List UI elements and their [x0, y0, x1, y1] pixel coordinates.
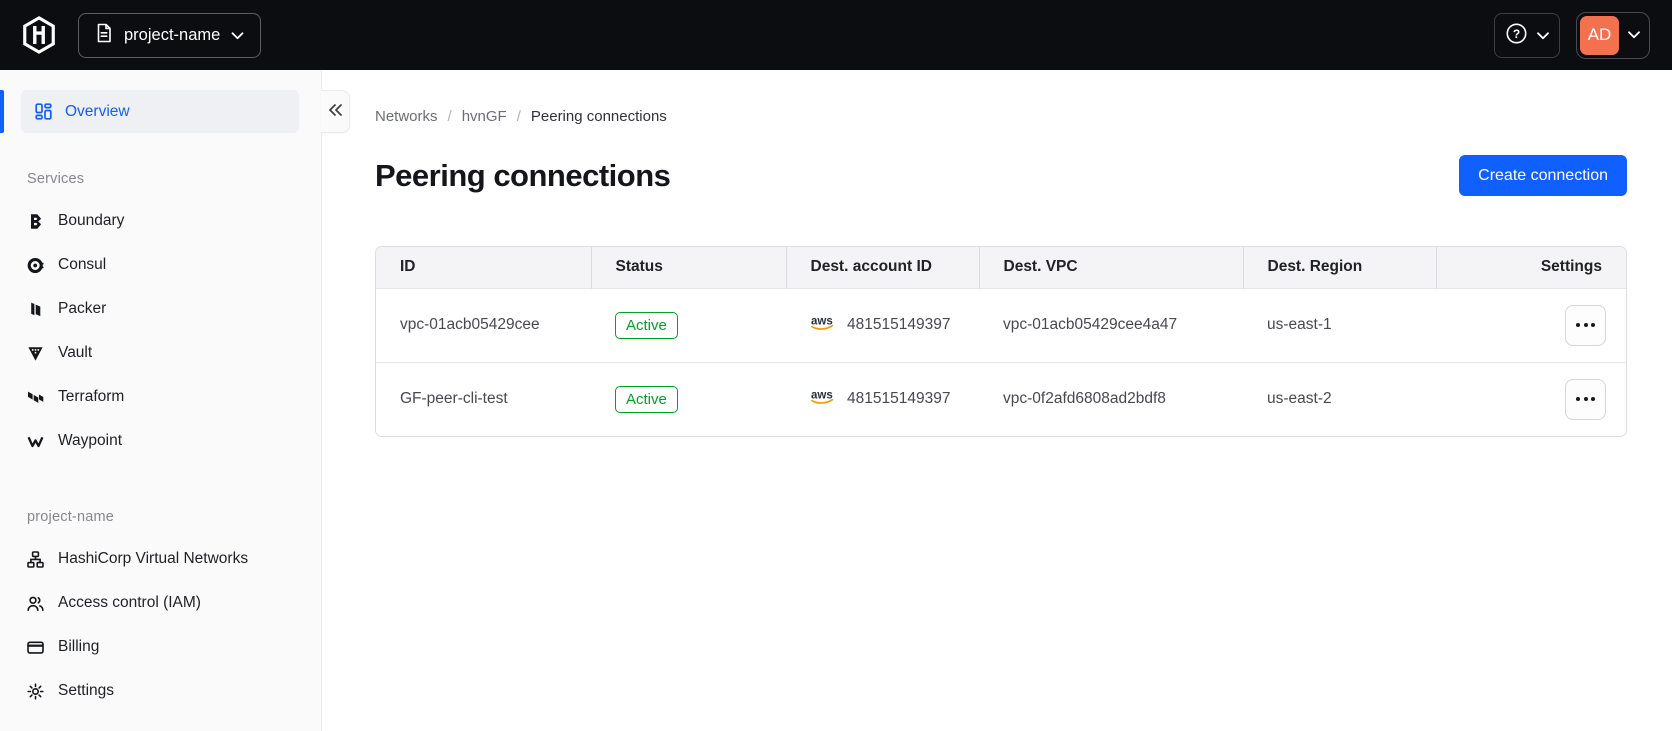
column-header-id: ID — [376, 247, 591, 288]
double-chevron-left-icon — [328, 104, 342, 119]
sidebar-item-label: Vault — [58, 344, 93, 361]
project-switcher-button[interactable]: project-name — [78, 12, 262, 58]
users-icon — [27, 595, 44, 612]
column-header-dest-account-id: Dest. account ID — [785, 247, 979, 288]
row-options-button[interactable] — [1565, 304, 1606, 346]
sidebar-item-label: Settings — [58, 682, 115, 699]
table-header-row: ID Status Dest. account ID Dest. VPC Des… — [376, 247, 1626, 288]
svg-text:aws: aws — [811, 390, 833, 402]
cell-id: vpc-01acb05429cee — [376, 287, 591, 362]
status-badge: Active — [615, 385, 678, 413]
top-nav-bar: project-name ? AD — [0, 0, 1672, 70]
consul-icon — [27, 257, 44, 274]
aws-icon: aws — [810, 314, 837, 336]
more-options-icon — [1576, 397, 1580, 402]
cell-settings — [1436, 287, 1626, 362]
breadcrumb-separator: / — [516, 108, 521, 125]
cell-status: Active — [591, 361, 786, 436]
svg-text:aws: aws — [811, 316, 833, 328]
page-title: Peering connections — [375, 157, 671, 193]
sidebar-section-heading-project: project-name — [27, 509, 115, 525]
avatar: AD — [1580, 15, 1619, 55]
help-menu-button[interactable]: ? — [1494, 12, 1560, 58]
waypoint-icon — [27, 433, 44, 450]
user-menu-button[interactable]: AD — [1576, 11, 1650, 59]
sidebar-item-hashicorp-virtual-networks[interactable]: HashiCorp Virtual Networks — [0, 537, 321, 581]
sidebar-item-label: Terraform — [58, 388, 125, 405]
chevron-down-icon — [231, 26, 244, 45]
boundary-icon — [27, 213, 44, 230]
sidebar-item-packer[interactable]: Packer — [0, 287, 321, 331]
hashicorp-logo-icon — [22, 16, 56, 54]
main-content: Networks / hvnGF / Peering connections P… — [322, 70, 1672, 731]
sidebar-section-heading-services: Services — [27, 171, 85, 187]
sidebar-item-overview[interactable]: Overview — [21, 90, 299, 133]
gear-icon — [27, 682, 44, 700]
row-options-button[interactable] — [1565, 378, 1606, 420]
packer-icon — [27, 301, 44, 318]
document-icon — [95, 23, 113, 48]
sidebar-item-vault[interactable]: Vault — [0, 331, 321, 375]
breadcrumb-item-current: Peering connections — [530, 108, 667, 125]
help-icon: ? — [1506, 23, 1527, 47]
sidebar-item-label: HashiCorp Virtual Networks — [58, 550, 249, 567]
svg-text:?: ? — [1512, 27, 1519, 41]
vault-icon — [27, 345, 44, 362]
sidebar: Overview Services Boundary Consul Packer… — [0, 70, 322, 731]
create-connection-button[interactable]: Create connection — [1459, 155, 1627, 196]
credit-card-icon — [27, 639, 44, 656]
cell-dest-account-id: aws 481515149397 — [786, 287, 979, 362]
sidebar-collapse-button[interactable] — [321, 90, 350, 133]
account-id-value: 481515149397 — [847, 316, 951, 333]
column-header-dest-vpc: Dest. VPC — [978, 247, 1243, 288]
sidebar-item-billing[interactable]: Billing — [0, 625, 321, 669]
terraform-icon — [27, 389, 44, 406]
sidebar-item-waypoint[interactable]: Waypoint — [0, 419, 321, 463]
sidebar-item-label: Packer — [58, 300, 107, 317]
sidebar-item-boundary[interactable]: Boundary — [0, 199, 321, 243]
cell-dest-vpc: vpc-01acb05429cee4a47 — [979, 287, 1243, 362]
column-header-dest-region: Dest. Region — [1242, 247, 1436, 288]
project-switcher-label: project-name — [124, 25, 221, 44]
column-header-status: Status — [590, 247, 786, 288]
sidebar-item-label: Waypoint — [58, 432, 123, 449]
cell-dest-region: us-east-2 — [1243, 361, 1436, 436]
sidebar-item-settings[interactable]: Settings — [0, 669, 321, 713]
aws-icon: aws — [810, 388, 837, 410]
network-icon — [27, 550, 44, 568]
sidebar-item-label: Access control (IAM) — [58, 594, 201, 611]
sidebar-item-label: Boundary — [58, 212, 125, 229]
sidebar-item-label: Billing — [58, 638, 100, 655]
cell-id: GF-peer-cli-test — [376, 361, 591, 436]
sidebar-item-label: Consul — [58, 256, 107, 273]
cell-dest-vpc: vpc-0f2afd6808ad2bdf8 — [979, 361, 1243, 436]
table-row: vpc-01acb05429cee Active aws 48151514939… — [376, 287, 1626, 362]
breadcrumb-item-networks[interactable]: Networks — [375, 108, 438, 125]
status-badge: Active — [615, 311, 678, 339]
peering-connections-table: ID Status Dest. account ID Dest. VPC Des… — [375, 246, 1627, 437]
cell-dest-region: us-east-1 — [1243, 287, 1436, 362]
breadcrumb-item-hvn[interactable]: hvnGF — [462, 108, 507, 125]
active-item-accent-bar — [0, 90, 4, 133]
cell-settings — [1436, 361, 1626, 436]
table-row: GF-peer-cli-test Active aws 481515149397… — [376, 361, 1626, 436]
dashboard-icon — [35, 103, 52, 120]
sidebar-item-consul[interactable]: Consul — [0, 243, 321, 287]
sidebar-item-terraform[interactable]: Terraform — [0, 375, 321, 419]
breadcrumb-separator: / — [447, 108, 452, 125]
breadcrumb: Networks / hvnGF / Peering connections — [375, 108, 1627, 125]
cell-dest-account-id: aws 481515149397 — [786, 361, 979, 436]
column-header-settings: Settings — [1435, 247, 1626, 288]
sidebar-item-access-control-iam[interactable]: Access control (IAM) — [0, 581, 321, 625]
chevron-down-icon — [1619, 31, 1649, 39]
cell-status: Active — [591, 287, 786, 362]
more-options-icon — [1576, 323, 1580, 327]
sidebar-item-label: Overview — [65, 102, 130, 120]
account-id-value: 481515149397 — [847, 390, 951, 408]
chevron-down-icon — [1536, 28, 1549, 43]
